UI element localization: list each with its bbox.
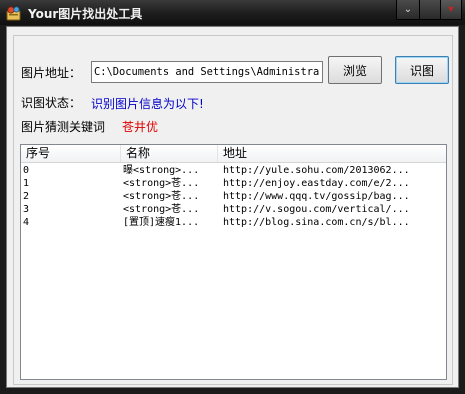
title-bar[interactable]: Your图片找出处工具 ⌄ ▾ xyxy=(0,0,465,25)
close-button[interactable]: ▾ xyxy=(440,0,462,20)
row-url: http://yule.sohu.com/2013062... xyxy=(223,165,410,176)
column-header-name[interactable]: 名称 xyxy=(121,145,218,162)
table-row[interactable]: 1 <strong>苍... http://enjoy.eastday.com/… xyxy=(21,177,446,190)
row-url: http://www.qqq.tv/gossip/bag... xyxy=(223,191,410,202)
minimize-icon: ⌄ xyxy=(403,4,413,15)
table-header: 序号 名称 地址 xyxy=(21,145,446,163)
close-icon: ▾ xyxy=(448,4,454,15)
row-name: <strong>苍... xyxy=(123,178,200,189)
row-name: <strong>苍... xyxy=(123,191,200,202)
table-row[interactable]: 3 <strong>苍... http://v.sogou.com/vertic… xyxy=(21,203,446,216)
identify-button[interactable]: 识图 xyxy=(395,56,449,84)
row-index: 1 xyxy=(23,178,30,189)
row-url: http://enjoy.eastday.com/e/2... xyxy=(223,178,410,189)
results-table[interactable]: 序号 名称 地址 0 曝<strong>... http://yule.sohu… xyxy=(20,144,447,380)
row-name: [置顶]速瘦1... xyxy=(123,217,200,228)
table-row[interactable]: 2 <strong>苍... http://www.qqq.tv/gossip/… xyxy=(21,190,446,203)
row-url: http://blog.sina.com.cn/s/bl... xyxy=(223,217,410,228)
app-icon xyxy=(6,6,21,21)
window-title: Your图片找出处工具 xyxy=(28,7,143,21)
row-index: 3 xyxy=(23,204,30,215)
row-index: 4 xyxy=(23,217,30,228)
column-header-index[interactable]: 序号 xyxy=(21,145,121,162)
table-row[interactable]: 4 [置顶]速瘦1... http://blog.sina.com.cn/s/b… xyxy=(21,216,446,229)
status-value: 识别图片信息为以下! xyxy=(91,97,204,111)
row-url: http://v.sogou.com/vertical/... xyxy=(223,204,410,215)
row-index: 2 xyxy=(23,191,30,202)
keyword-label: 图片猜测关键词 xyxy=(21,120,106,134)
row-index: 0 xyxy=(23,165,30,176)
status-label: 识图状态： xyxy=(21,96,82,110)
row-name: <strong>苍... xyxy=(123,204,200,215)
path-label: 图片地址： xyxy=(21,66,82,80)
row-name: 曝<strong>... xyxy=(123,165,200,176)
content-group: 图片地址： 浏览 识图 识图状态： 识别图片信息为以下! 图片猜测关键词 苍井优… xyxy=(13,35,453,385)
table-row[interactable]: 0 曝<strong>... http://yule.sohu.com/2013… xyxy=(21,164,446,177)
keyword-value: 苍井优 xyxy=(122,120,159,134)
browse-button[interactable]: 浏览 xyxy=(328,56,382,84)
maximize-button[interactable] xyxy=(419,0,441,20)
minimize-button[interactable]: ⌄ xyxy=(396,0,420,20)
column-header-url[interactable]: 地址 xyxy=(218,145,446,162)
main-panel: 图片地址： 浏览 识图 识图状态： 识别图片信息为以下! 图片猜测关键词 苍井优… xyxy=(6,26,459,388)
image-path-input[interactable] xyxy=(91,61,323,83)
